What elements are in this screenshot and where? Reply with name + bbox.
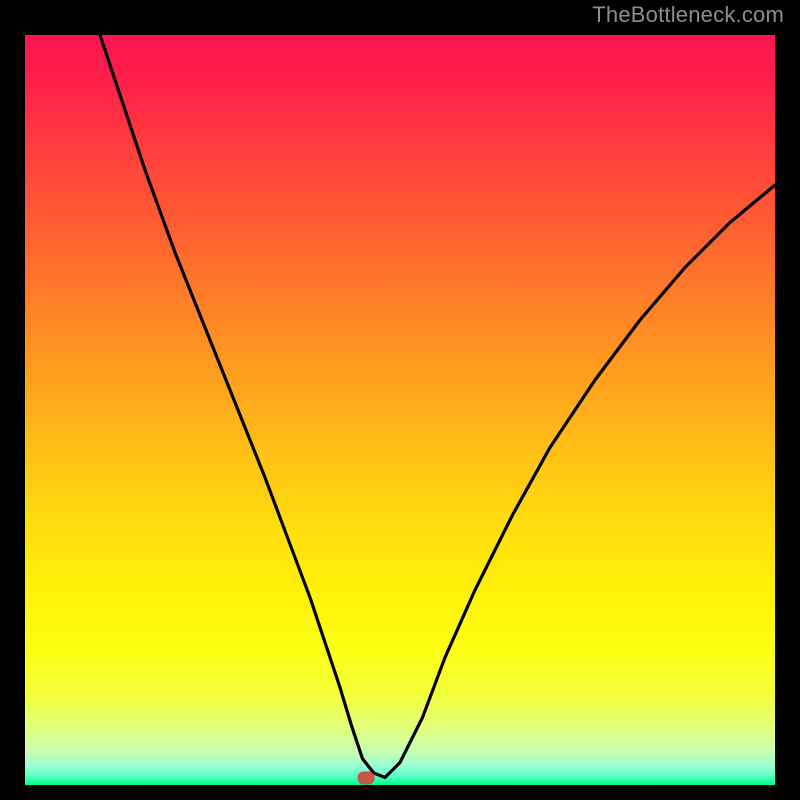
curve-svg (25, 35, 775, 785)
chart-frame (15, 25, 785, 795)
plot-area (25, 35, 775, 785)
minimum-marker (358, 771, 375, 784)
bottleneck-curve (100, 35, 775, 778)
